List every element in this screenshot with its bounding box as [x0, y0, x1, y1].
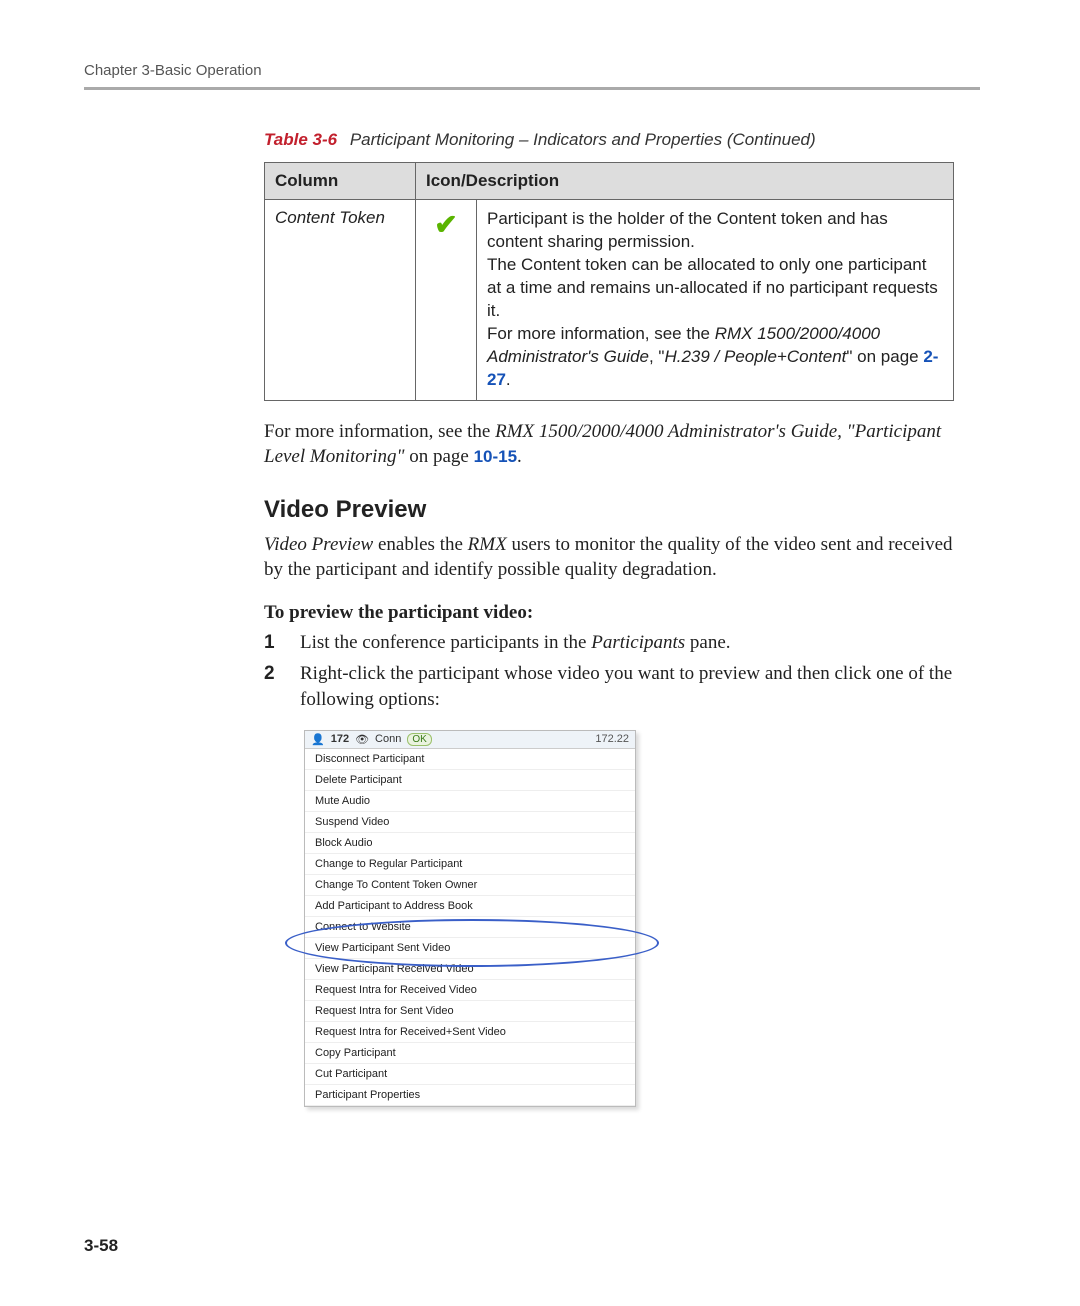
p1a: For more information, see the — [264, 421, 495, 442]
paragraph-video-preview: Video Preview enables the RMX users to m… — [264, 532, 970, 583]
menu-item-add-address-book[interactable]: Add Participant to Address Book — [305, 896, 635, 917]
ok-badge: OK — [407, 733, 431, 746]
menu-item-request-intra-both[interactable]: Request Intra for Received+Sent Video — [305, 1022, 635, 1043]
s1c: pane. — [685, 632, 730, 653]
step-1-number: 1 — [264, 630, 282, 657]
desc-line-3d: H.239 / People+Content — [664, 347, 846, 366]
s1a: List the conference participants in the — [300, 632, 591, 653]
menu-item-request-intra-received[interactable]: Request Intra for Received Video — [305, 980, 635, 1001]
page-link-10-15[interactable]: 10-15 — [474, 447, 517, 466]
menu-item-copy-participant[interactable]: Copy Participant — [305, 1043, 635, 1064]
step-1-text: List the conference participants in the … — [300, 630, 731, 657]
th-column: Column — [265, 163, 416, 200]
desc-line-2: The Content token can be allocated to on… — [487, 255, 938, 320]
menu-item-view-received-video[interactable]: View Participant Received Video — [305, 959, 635, 980]
menu-item-mute-audio[interactable]: Mute Audio — [305, 791, 635, 812]
document-page: Chapter 3-Basic Operation Table 3-6 Part… — [0, 0, 1080, 1306]
ip-label: 172.22 — [595, 733, 629, 745]
checkmark-icon: ✔ — [434, 209, 457, 240]
cell-icon: ✔ — [416, 200, 477, 401]
menu-item-cut-participant[interactable]: Cut Participant — [305, 1064, 635, 1085]
s1b: Participants — [591, 632, 685, 653]
step-1: 1 List the conference participants in th… — [264, 630, 980, 657]
page-number: 3-58 — [84, 1236, 118, 1256]
p2b: enables the — [373, 534, 467, 555]
section-heading-video-preview: Video Preview — [264, 496, 980, 524]
user-icon: 👤 — [311, 733, 325, 746]
eye-icon: 👁 — [355, 733, 369, 746]
p1d: . — [517, 446, 522, 467]
menu-item-request-intra-sent[interactable]: Request Intra for Sent Video — [305, 1001, 635, 1022]
step-2-text: Right-click the participant whose video … — [300, 661, 980, 714]
desc-line-3end: . — [506, 370, 511, 389]
table-caption: Table 3-6 Participant Monitoring – Indic… — [264, 130, 980, 150]
cell-column-name: Content Token — [265, 200, 416, 401]
th-icon-description: Icon/Description — [416, 163, 954, 200]
context-menu-header: 👤 172 👁 Conn OK 172.22 — [305, 731, 635, 749]
table-row: Content Token ✔ Participant is the holde… — [265, 200, 954, 401]
menu-item-block-audio[interactable]: Block Audio — [305, 833, 635, 854]
cell-description: Participant is the holder of the Content… — [477, 200, 954, 401]
header-rule — [84, 87, 980, 90]
properties-table: Column Icon/Description Content Token ✔ … — [264, 162, 954, 401]
paragraph-more-info: For more information, see the RMX 1500/2… — [264, 419, 970, 470]
desc-line-3a: For more information, see the — [487, 324, 715, 343]
step-2-number: 2 — [264, 661, 282, 714]
menu-item-change-content-token[interactable]: Change To Content Token Owner — [305, 875, 635, 896]
chapter-header: Chapter 3-Basic Operation — [84, 62, 980, 79]
menu-item-view-sent-video[interactable]: View Participant Sent Video — [305, 938, 635, 959]
conn-label: Conn — [375, 733, 401, 745]
menu-item-suspend-video[interactable]: Suspend Video — [305, 812, 635, 833]
steps-list: 1 List the conference participants in th… — [264, 630, 980, 714]
table-header-row: Column Icon/Description — [265, 163, 954, 200]
p2a: Video Preview — [264, 534, 373, 555]
menu-item-participant-properties[interactable]: Participant Properties — [305, 1085, 635, 1106]
menu-item-connect-website[interactable]: Connect to Website — [305, 917, 635, 938]
caption-text: Participant Monitoring – Indicators and … — [350, 130, 816, 149]
desc-line-3e: " on page — [846, 347, 923, 366]
desc-line-1: Participant is the holder of the Content… — [487, 209, 888, 251]
menu-item-delete-participant[interactable]: Delete Participant — [305, 770, 635, 791]
desc-line-3c: , " — [649, 347, 664, 366]
p1c: on page — [404, 446, 473, 467]
step-2: 2 Right-click the participant whose vide… — [264, 661, 980, 714]
participant-number: 172 — [331, 733, 349, 745]
lead-in-text: To preview the participant video: — [264, 602, 980, 624]
p2c: RMX — [468, 534, 507, 555]
caption-label: Table 3-6 — [264, 130, 337, 149]
menu-item-change-regular[interactable]: Change to Regular Participant — [305, 854, 635, 875]
menu-item-disconnect-participant[interactable]: Disconnect Participant — [305, 749, 635, 770]
context-menu-figure: 👤 172 👁 Conn OK 172.22 Disconnect Partic… — [304, 730, 636, 1107]
